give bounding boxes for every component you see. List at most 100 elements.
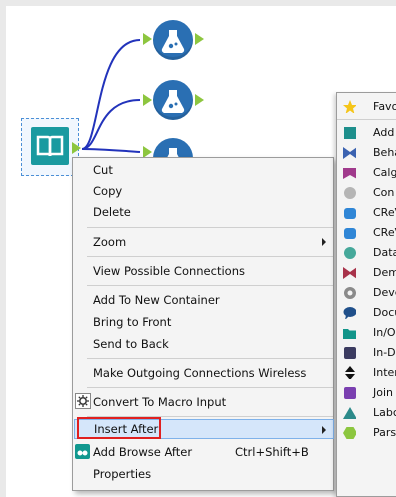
- folder-icon: [343, 329, 356, 339]
- menu-item-label: Add Browse After: [93, 445, 193, 459]
- menu-item-label: Properties: [93, 467, 152, 481]
- submenu-item-label: Join: [373, 386, 394, 399]
- menu-item-label: Cut: [93, 163, 113, 177]
- menu-item-add-browse-after[interactable]: Add Browse After Ctrl+Shift+B: [73, 442, 333, 462]
- submenu-item-label: CReV: [373, 206, 396, 219]
- submenu-item[interactable]: In-D: [337, 343, 396, 362]
- menu-item-send-to-back[interactable]: Send to Back: [73, 334, 333, 354]
- up-down-icon: [345, 366, 355, 379]
- submenu-item-label: In/O: [373, 326, 396, 339]
- hexagon-icon: [343, 427, 356, 439]
- submenu-item[interactable]: Pars: [337, 423, 396, 442]
- submenu-item-label: Deve: [373, 286, 396, 299]
- submenu-item[interactable]: Con: [337, 183, 396, 202]
- menu-separator: [87, 285, 333, 286]
- submenu-item-label: Beha: [373, 146, 396, 159]
- menu-separator: [87, 227, 333, 228]
- submenu-item[interactable]: Beha: [337, 143, 396, 162]
- submenu-item[interactable]: In/O: [337, 323, 396, 342]
- menu-separator: [87, 256, 333, 257]
- menu-item-label: View Possible Connections: [93, 264, 245, 278]
- lab-tool-node[interactable]: [153, 20, 193, 60]
- menu-item-add-to-new-container[interactable]: Add To New Container: [73, 290, 333, 310]
- submenu-item[interactable]: Inter: [337, 363, 396, 382]
- star-icon: [343, 100, 356, 113]
- menu-item-convert-to-macro-input[interactable]: Convert To Macro Input: [73, 392, 333, 412]
- node-output-anchor[interactable]: [195, 33, 204, 45]
- submenu-item-label: Labc: [373, 406, 396, 419]
- submenu-item-label: Con: [373, 186, 395, 199]
- submenu-item-label: Docu: [373, 306, 396, 319]
- submenu-item[interactable]: Docu: [337, 303, 396, 322]
- submenu-item[interactable]: Dem: [337, 263, 396, 282]
- menu-item-properties[interactable]: Properties: [73, 464, 333, 484]
- banner-icon: [343, 168, 356, 179]
- menu-item-cut[interactable]: Cut: [73, 160, 333, 180]
- gear-shape-icon: [344, 187, 356, 199]
- chat-icon: [343, 307, 356, 319]
- submenu-item-label: Favo: [373, 100, 396, 113]
- submenu-item[interactable]: Join: [337, 383, 396, 402]
- submenu-item[interactable]: CReV: [337, 203, 396, 222]
- submenu-item-label: CReV: [373, 226, 396, 239]
- submenu-item-label: Inter: [373, 366, 396, 379]
- node-output-anchor[interactable]: [72, 142, 81, 154]
- menu-item-make-outgoing-connections-wireless[interactable]: Make Outgoing Connections Wireless: [73, 363, 333, 383]
- menu-separator: [87, 358, 333, 359]
- node-input-anchor[interactable]: [143, 33, 152, 45]
- bowtie-icon: [343, 267, 356, 279]
- menu-separator: [337, 119, 396, 120]
- square-icon: [344, 387, 356, 399]
- insert-after-submenu: Favo Add Beha Calg Con CReV CReV D: [336, 92, 396, 497]
- node-output-anchor[interactable]: [195, 94, 204, 106]
- workflow-canvas[interactable]: Cut Copy Delete Zoom View Possible Conne…: [0, 0, 396, 497]
- submenu-item[interactable]: Add: [337, 123, 396, 142]
- submenu-item[interactable]: Data: [337, 243, 396, 262]
- submenu-arrow-icon: [322, 238, 326, 246]
- menu-item-label: Send to Back: [93, 337, 169, 351]
- bowtie-icon: [343, 147, 356, 159]
- menu-item-label: Bring to Front: [93, 315, 172, 329]
- flask-icon: [161, 90, 185, 114]
- submenu-item-label: Calg: [373, 166, 396, 179]
- highlight-annotation-box: [77, 417, 161, 439]
- menu-item-label: Delete: [93, 205, 131, 219]
- submenu-item-label: Pars: [373, 426, 396, 439]
- menu-item-shortcut: Ctrl+Shift+B: [235, 445, 309, 459]
- submenu-item[interactable]: Calg: [337, 163, 396, 182]
- menu-separator: [87, 387, 333, 388]
- menu-item-zoom[interactable]: Zoom: [73, 232, 333, 252]
- database-icon: [344, 347, 356, 359]
- circle-icon: [344, 247, 356, 259]
- browse-binoculars-icon: [75, 444, 90, 459]
- cog-icon: [344, 287, 356, 299]
- submenu-item-label: Add: [373, 126, 395, 139]
- menu-item-label: Convert To Macro Input: [93, 395, 227, 409]
- input-data-tool[interactable]: [31, 127, 69, 165]
- submenu-item[interactable]: Deve: [337, 283, 396, 302]
- menu-item-delete[interactable]: Delete: [73, 202, 333, 222]
- menu-item-label: Add To New Container: [93, 293, 220, 307]
- submenu-item-label: In-D: [373, 346, 396, 359]
- menu-item-view-possible-connections[interactable]: View Possible Connections: [73, 261, 333, 281]
- menu-item-label: Make Outgoing Connections Wireless: [93, 366, 307, 380]
- database-icon: [344, 228, 356, 239]
- submenu-arrow-icon: [322, 426, 326, 434]
- context-menu: Cut Copy Delete Zoom View Possible Conne…: [72, 157, 334, 491]
- menu-item-bring-to-front[interactable]: Bring to Front: [73, 312, 333, 332]
- menu-item-copy[interactable]: Copy: [73, 181, 333, 201]
- node-input-anchor[interactable]: [143, 94, 152, 106]
- flask-icon: [161, 30, 185, 54]
- submenu-item[interactable]: CReV: [337, 223, 396, 242]
- submenu-item[interactable]: Favo: [337, 97, 396, 116]
- database-icon: [344, 208, 356, 219]
- menu-item-label: Zoom: [93, 235, 127, 249]
- burst-icon: [344, 127, 356, 139]
- macro-gear-icon: [75, 393, 91, 409]
- submenu-item[interactable]: Labc: [337, 403, 396, 422]
- book-icon: [36, 135, 64, 157]
- lab-tool-node[interactable]: [153, 80, 193, 120]
- submenu-item-label: Dem: [373, 266, 396, 279]
- triangle-icon: [343, 407, 356, 419]
- menu-item-label: Copy: [93, 184, 123, 198]
